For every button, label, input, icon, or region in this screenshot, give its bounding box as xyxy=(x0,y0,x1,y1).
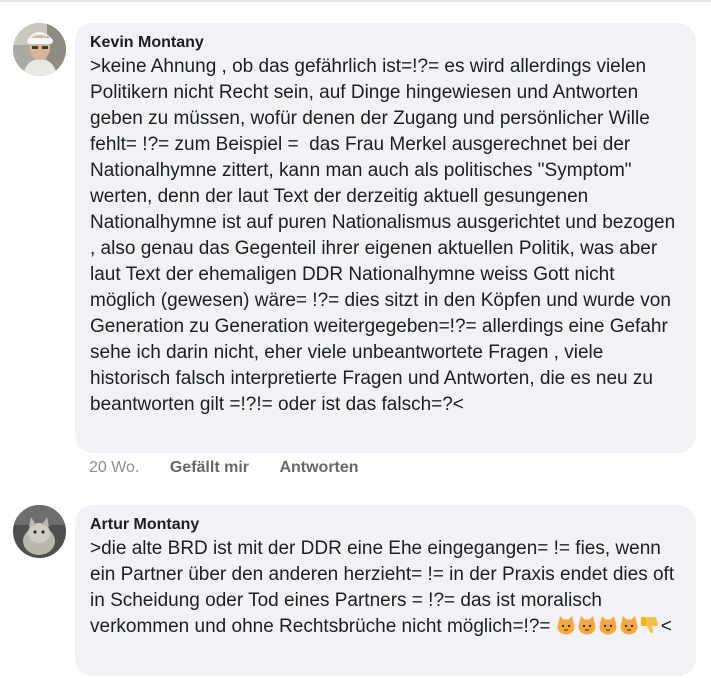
top-divider xyxy=(0,0,711,2)
reply-button[interactable]: Antworten xyxy=(279,459,358,476)
comment-bubble: Artur Montany >die alte BRD ist mit der … xyxy=(75,505,696,676)
cat-face-icon xyxy=(620,616,638,635)
cat-face-icon xyxy=(557,616,575,635)
comment-text: >die alte BRD ist mit der DDR eine Ehe e… xyxy=(90,536,682,640)
comment-author[interactable]: Kevin Montany xyxy=(90,33,682,52)
comment-actions: 20 Wo. Gefällt mir Antworten xyxy=(89,459,385,477)
thumbs-down-icon xyxy=(640,617,658,634)
avatar[interactable] xyxy=(13,505,66,558)
comment-bubble: Kevin Montany >keine Ahnung , ob das gef… xyxy=(75,23,696,453)
avatar[interactable] xyxy=(13,23,66,76)
comment-author[interactable]: Artur Montany xyxy=(90,515,682,534)
comment-text-end: < xyxy=(660,616,672,637)
emoji-group xyxy=(556,616,661,637)
comment-text: >keine Ahnung , ob das gefährlich ist=!?… xyxy=(90,56,686,415)
comment-timestamp[interactable]: 20 Wo. xyxy=(89,459,139,476)
cat-face-icon xyxy=(599,616,617,635)
like-button[interactable]: Gefällt mir xyxy=(170,459,249,476)
cat-face-icon xyxy=(578,616,596,635)
